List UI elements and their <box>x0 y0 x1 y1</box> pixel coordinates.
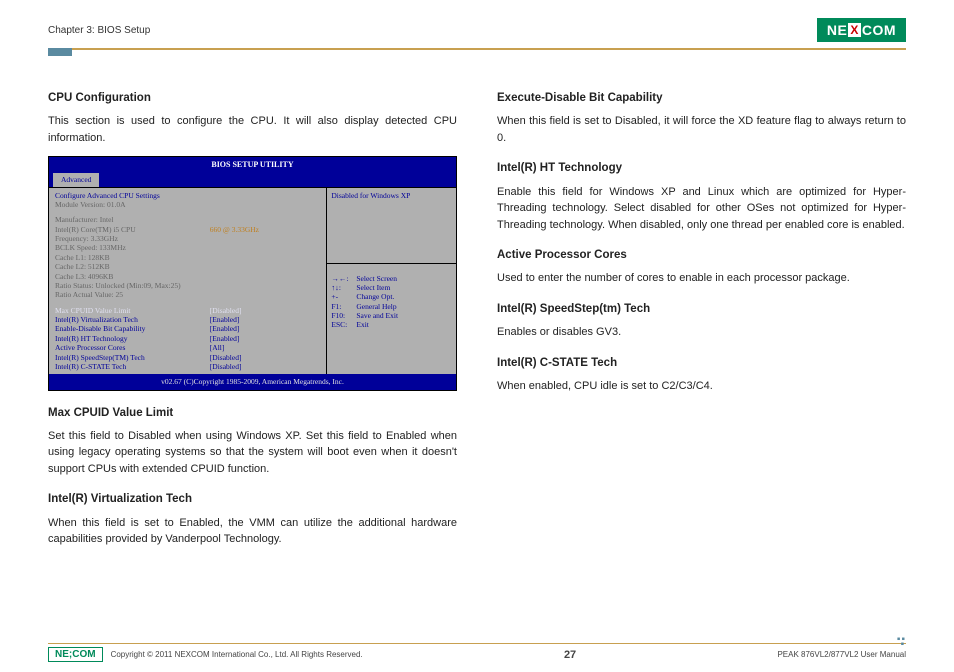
bios-body: Configure Advanced CPU Settings Module V… <box>49 187 456 375</box>
heading-cpu-config: CPU Configuration <box>48 90 457 107</box>
bios-setting-row: Intel(R) HT Technology[Enabled] <box>55 334 320 343</box>
bios-help-row: →←:Select Screen <box>331 274 452 283</box>
footer-bar: NE;COM Copyright © 2011 NEXCOM Internati… <box>48 647 906 662</box>
bios-help-row: F1:General Help <box>331 302 452 311</box>
bios-right-panel: Disabled for Windows XP →←:Select Screen… <box>327 188 456 375</box>
content-area: CPU Configuration This section is used t… <box>0 50 954 566</box>
text-ht: Enable this field for Windows XP and Lin… <box>497 184 906 234</box>
bios-screenshot: BIOS SETUP UTILITY Advanced Configure Ad… <box>48 156 457 390</box>
bios-setting-row: Enable-Disable Bit Capability[Enabled] <box>55 324 320 333</box>
page-footer: ▪▪ ▪ NE;COM Copyright © 2011 NEXCOM Inte… <box>48 643 906 663</box>
bios-manufacturer: Manufacturer: Intel <box>55 215 320 224</box>
heading-max-cpuid: Max CPUID Value Limit <box>48 405 457 422</box>
heading-cstate: Intel(R) C-STATE Tech <box>497 355 906 372</box>
page-header: Chapter 3: BIOS Setup NEXCOM <box>0 0 954 48</box>
bios-ratio2: Ratio Actual Value: 25 <box>55 290 320 299</box>
bios-setting-row: Max CPUID Value Limit[Disabled] <box>55 306 320 315</box>
bios-setting-row: Intel(R) Virtualization Tech[Enabled] <box>55 315 320 324</box>
bios-help-note: Disabled for Windows XP <box>331 191 452 261</box>
heading-cores: Active Processor Cores <box>497 247 906 264</box>
bios-title: BIOS SETUP UTILITY <box>49 157 456 173</box>
text-cores: Used to enter the number of cores to ena… <box>497 270 906 287</box>
footer-rule <box>48 643 906 645</box>
bios-help-row: +-Change Opt. <box>331 292 452 301</box>
footer-logo: NE;COM <box>48 647 103 662</box>
bios-help-row: F10:Save and Exit <box>331 311 452 320</box>
copyright-text: Copyright © 2011 NEXCOM International Co… <box>111 650 363 659</box>
bios-config-line: Configure Advanced CPU Settings <box>55 191 320 200</box>
text-speedstep: Enables or disables GV3. <box>497 324 906 341</box>
page-tab-mark <box>48 48 72 56</box>
chapter-label: Chapter 3: BIOS Setup <box>48 25 150 36</box>
nexcom-logo: NEXCOM <box>817 18 906 42</box>
bios-l1: Cache L1: 128KB <box>55 253 320 262</box>
bios-cpu-row: Intel(R) Core(TM) i5 CPU 660 @ 3.33GHz <box>55 225 320 234</box>
bios-tab-advanced: Advanced <box>53 173 99 186</box>
text-cstate: When enabled, CPU idle is set to C2/C3/C… <box>497 378 906 395</box>
bios-setting-row: Intel(R) C-STATE Tech[Disabled] <box>55 362 320 371</box>
bios-tabs: Advanced <box>49 173 456 186</box>
page-number: 27 <box>564 649 576 661</box>
bios-l2: Cache L2: 512KB <box>55 262 320 271</box>
bios-left-panel: Configure Advanced CPU Settings Module V… <box>49 188 327 375</box>
text-cpu-config: This section is used to configure the CP… <box>48 113 457 146</box>
doc-title: PEAK 876VL2/877VL2 User Manual <box>777 650 906 659</box>
heading-speedstep: Intel(R) SpeedStep(tm) Tech <box>497 301 906 318</box>
logo-x-icon: X <box>848 23 861 37</box>
bios-help-row: ESC:Exit <box>331 320 452 329</box>
heading-virt: Intel(R) Virtualization Tech <box>48 491 457 508</box>
bios-help-row: ↑↓:Select Item <box>331 283 452 292</box>
heading-ht: Intel(R) HT Technology <box>497 160 906 177</box>
left-column: CPU Configuration This section is used t… <box>48 90 457 556</box>
text-max-cpuid: Set this field to Disabled when using Wi… <box>48 428 457 478</box>
bios-module-version: Module Version: 01.0A <box>55 200 320 209</box>
text-xd: When this field is set to Disabled, it w… <box>497 113 906 146</box>
bios-bclk: BCLK Speed: 133MHz <box>55 243 320 252</box>
text-virt: When this field is set to Enabled, the V… <box>48 515 457 548</box>
footer-dots-icon: ▪▪ ▪ <box>897 637 906 647</box>
bios-l3: Cache L3: 4096KB <box>55 272 320 281</box>
bios-setting-row: Active Processor Cores[All] <box>55 343 320 352</box>
bios-freq: Frequency: 3.33GHz <box>55 234 320 243</box>
bios-setting-row: Intel(R) SpeedStep(TM) Tech[Disabled] <box>55 353 320 362</box>
bios-footer: v02.67 (C)Copyright 1985-2009, American … <box>49 374 456 389</box>
right-column: Execute-Disable Bit Capability When this… <box>497 90 906 556</box>
heading-xd: Execute-Disable Bit Capability <box>497 90 906 107</box>
bios-ratio: Ratio Status: Unlocked (Min:09, Max:25) <box>55 281 320 290</box>
